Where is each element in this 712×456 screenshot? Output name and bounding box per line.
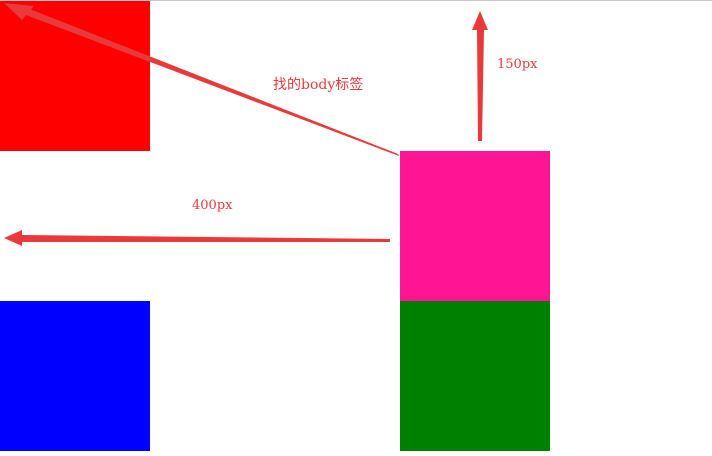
arrow-vertical-head xyxy=(472,11,488,30)
arrow-horizontal-shaft xyxy=(22,235,390,242)
arrow-vertical-shaft xyxy=(477,30,484,141)
label-left-offset: 400px xyxy=(192,198,233,213)
label-body-tag: 找的body标签 xyxy=(273,77,364,93)
diagram-canvas: 找的body标签 150px 400px xyxy=(0,0,712,456)
arrow-horizontal-head xyxy=(4,230,22,246)
annotation-arrows xyxy=(4,3,488,246)
label-top-offset: 150px xyxy=(497,57,538,72)
arrow-horizontal xyxy=(4,230,390,246)
arrow-vertical xyxy=(472,11,488,141)
